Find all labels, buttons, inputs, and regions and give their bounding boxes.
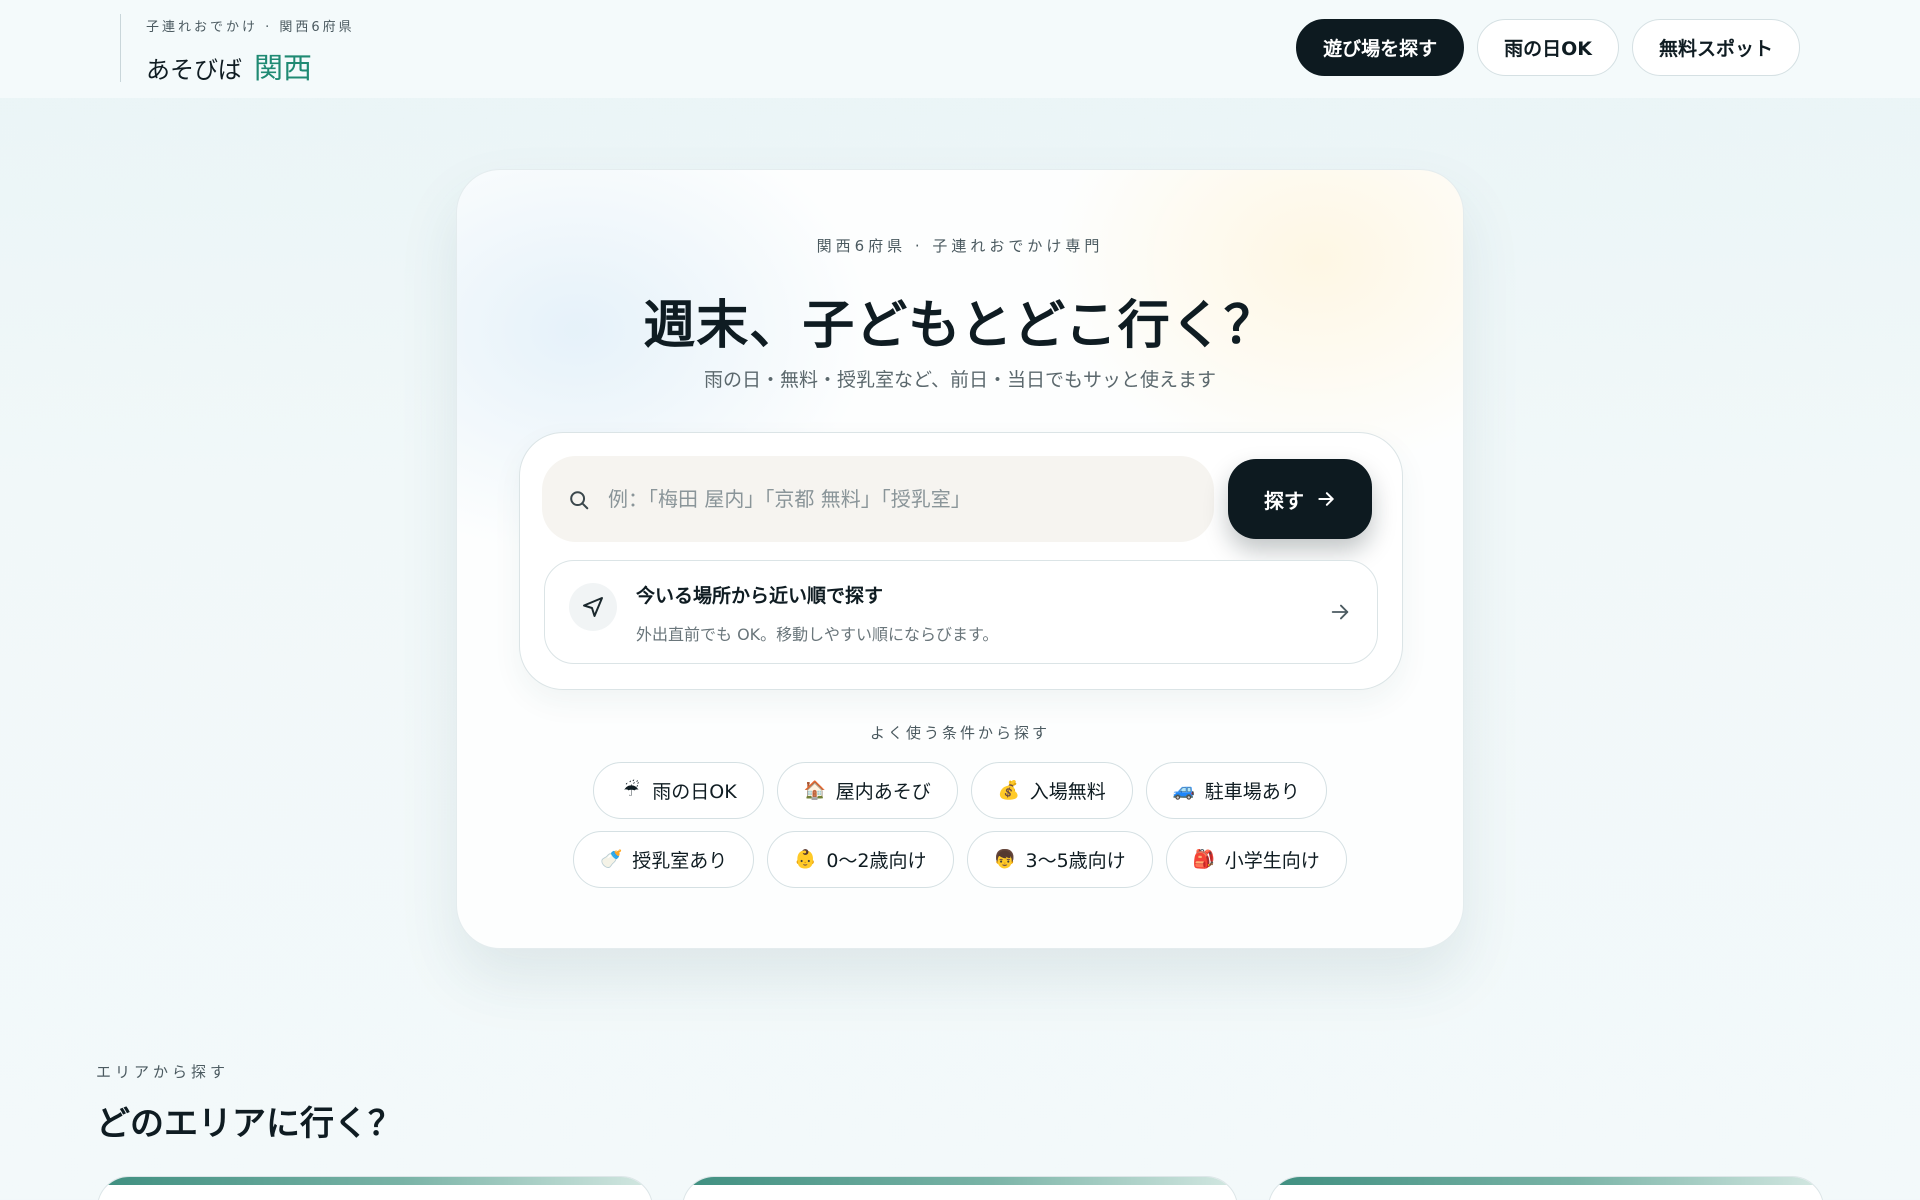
baby-icon: 👶 xyxy=(794,849,817,870)
chip-label: 授乳室あり xyxy=(632,850,728,872)
brand-logo[interactable]: 子連れおでかけ · 関西6府県 あそびば 関西 xyxy=(120,14,355,85)
search-field[interactable] xyxy=(542,456,1214,542)
conditions-label: よく使う条件から探す xyxy=(869,724,1050,742)
hero-card: 関西6府県 · 子連れおでかけ専門 週末、子どもとどこ行く？ 雨の日・無料・授乳… xyxy=(456,169,1464,949)
search-button[interactable]: 探す xyxy=(1228,459,1372,539)
chip-indoor-play[interactable]: 🏠 屋内あそび xyxy=(776,762,958,819)
chip-age-0-2[interactable]: 👶 0〜2歳向け xyxy=(767,831,954,888)
chip-label: 屋内あそび xyxy=(835,781,931,803)
area-card[interactable] xyxy=(682,1176,1238,1200)
chip-elementary[interactable]: 🎒 小学生向け xyxy=(1165,831,1347,888)
nearby-subtitle: 外出直前でも OK。移動しやすい順にならびます。 xyxy=(636,625,999,644)
area-title: どのエリアに行く？ xyxy=(96,1104,402,1144)
condition-chips-row-1: ☔ 雨の日OK 🏠 屋内あそび 💰 入場無料 🚙 駐車場あり xyxy=(457,762,1463,819)
chip-age-3-5[interactable]: 👦 3〜5歳向け xyxy=(966,831,1153,888)
money-bag-icon: 💰 xyxy=(997,780,1021,801)
navigation-arrow-icon xyxy=(583,597,603,617)
nearby-search-button[interactable]: 今いる場所から近い順で探す 外出直前でも OK。移動しやすい順にならびます。 xyxy=(544,560,1378,664)
arrow-right-icon xyxy=(1318,492,1334,506)
nav-find-playground[interactable]: 遊び場を探す xyxy=(1296,19,1465,76)
chip-parking[interactable]: 🚙 駐車場あり xyxy=(1145,762,1327,819)
baby-bottle-icon: 🍼 xyxy=(600,849,623,870)
brand-name: あそびば 関西 xyxy=(146,45,355,87)
hero-title: 週末、子どもとどこ行く？ xyxy=(643,296,1277,356)
brand-name-main: あそびば xyxy=(146,56,242,84)
backpack-icon: 🎒 xyxy=(1192,849,1216,870)
umbrella-icon: ☔ xyxy=(623,780,640,801)
chip-label: 駐車場あり xyxy=(1204,781,1300,803)
house-icon: 🏠 xyxy=(803,780,827,801)
search-icon xyxy=(570,491,589,510)
location-icon-wrap xyxy=(569,583,617,631)
main-nav: 遊び場を探す 雨の日OK 無料スポット xyxy=(1296,19,1800,76)
chevron-right-icon xyxy=(1331,604,1349,620)
chip-nursing-room[interactable]: 🍼 授乳室あり xyxy=(573,831,755,888)
chip-free-admission[interactable]: 💰 入場無料 xyxy=(970,762,1133,819)
child-icon: 👦 xyxy=(993,849,1016,870)
hero-eyebrow: 関西6府県 · 子連れおでかけ専門 xyxy=(816,237,1104,255)
chip-label: 0〜2歳向け xyxy=(826,850,927,872)
area-card[interactable] xyxy=(1268,1176,1824,1200)
area-card[interactable] xyxy=(97,1176,653,1200)
chip-label: 小学生向け xyxy=(1224,850,1320,872)
chip-label: 入場無料 xyxy=(1029,781,1106,803)
search-input[interactable] xyxy=(608,456,1198,542)
chip-rainy-ok[interactable]: ☔ 雨の日OK xyxy=(593,762,764,819)
hero-subtitle: 雨の日・無料・授乳室など、前日・当日でもサッと使えます xyxy=(703,369,1217,391)
nearby-title: 今いる場所から近い順で探す xyxy=(636,585,884,607)
nav-free-spots[interactable]: 無料スポット xyxy=(1631,19,1800,76)
brand-tagline: 子連れおでかけ · 関西6府県 xyxy=(146,20,355,35)
car-icon: 🚙 xyxy=(1172,780,1196,801)
chip-label: 3〜5歳向け xyxy=(1025,850,1126,872)
condition-chips-row-2: 🍼 授乳室あり 👶 0〜2歳向け 👦 3〜5歳向け 🎒 小学生向け xyxy=(457,831,1463,888)
search-button-label: 探す xyxy=(1264,490,1304,513)
chip-label: 雨の日OK xyxy=(652,781,737,803)
search-panel: 探す 今いる場所から近い順で探す 外出直前でも OK。移動しやすい順にならびます… xyxy=(519,432,1403,690)
brand-name-region: 関西 xyxy=(254,51,313,85)
nav-rainy-day[interactable]: 雨の日OK xyxy=(1477,19,1619,76)
site-header: 子連れおでかけ · 関西6府県 あそびば 関西 遊び場を探す 雨の日OK 無料ス… xyxy=(0,0,1920,98)
area-eyebrow: エリアから探す xyxy=(96,1063,230,1081)
